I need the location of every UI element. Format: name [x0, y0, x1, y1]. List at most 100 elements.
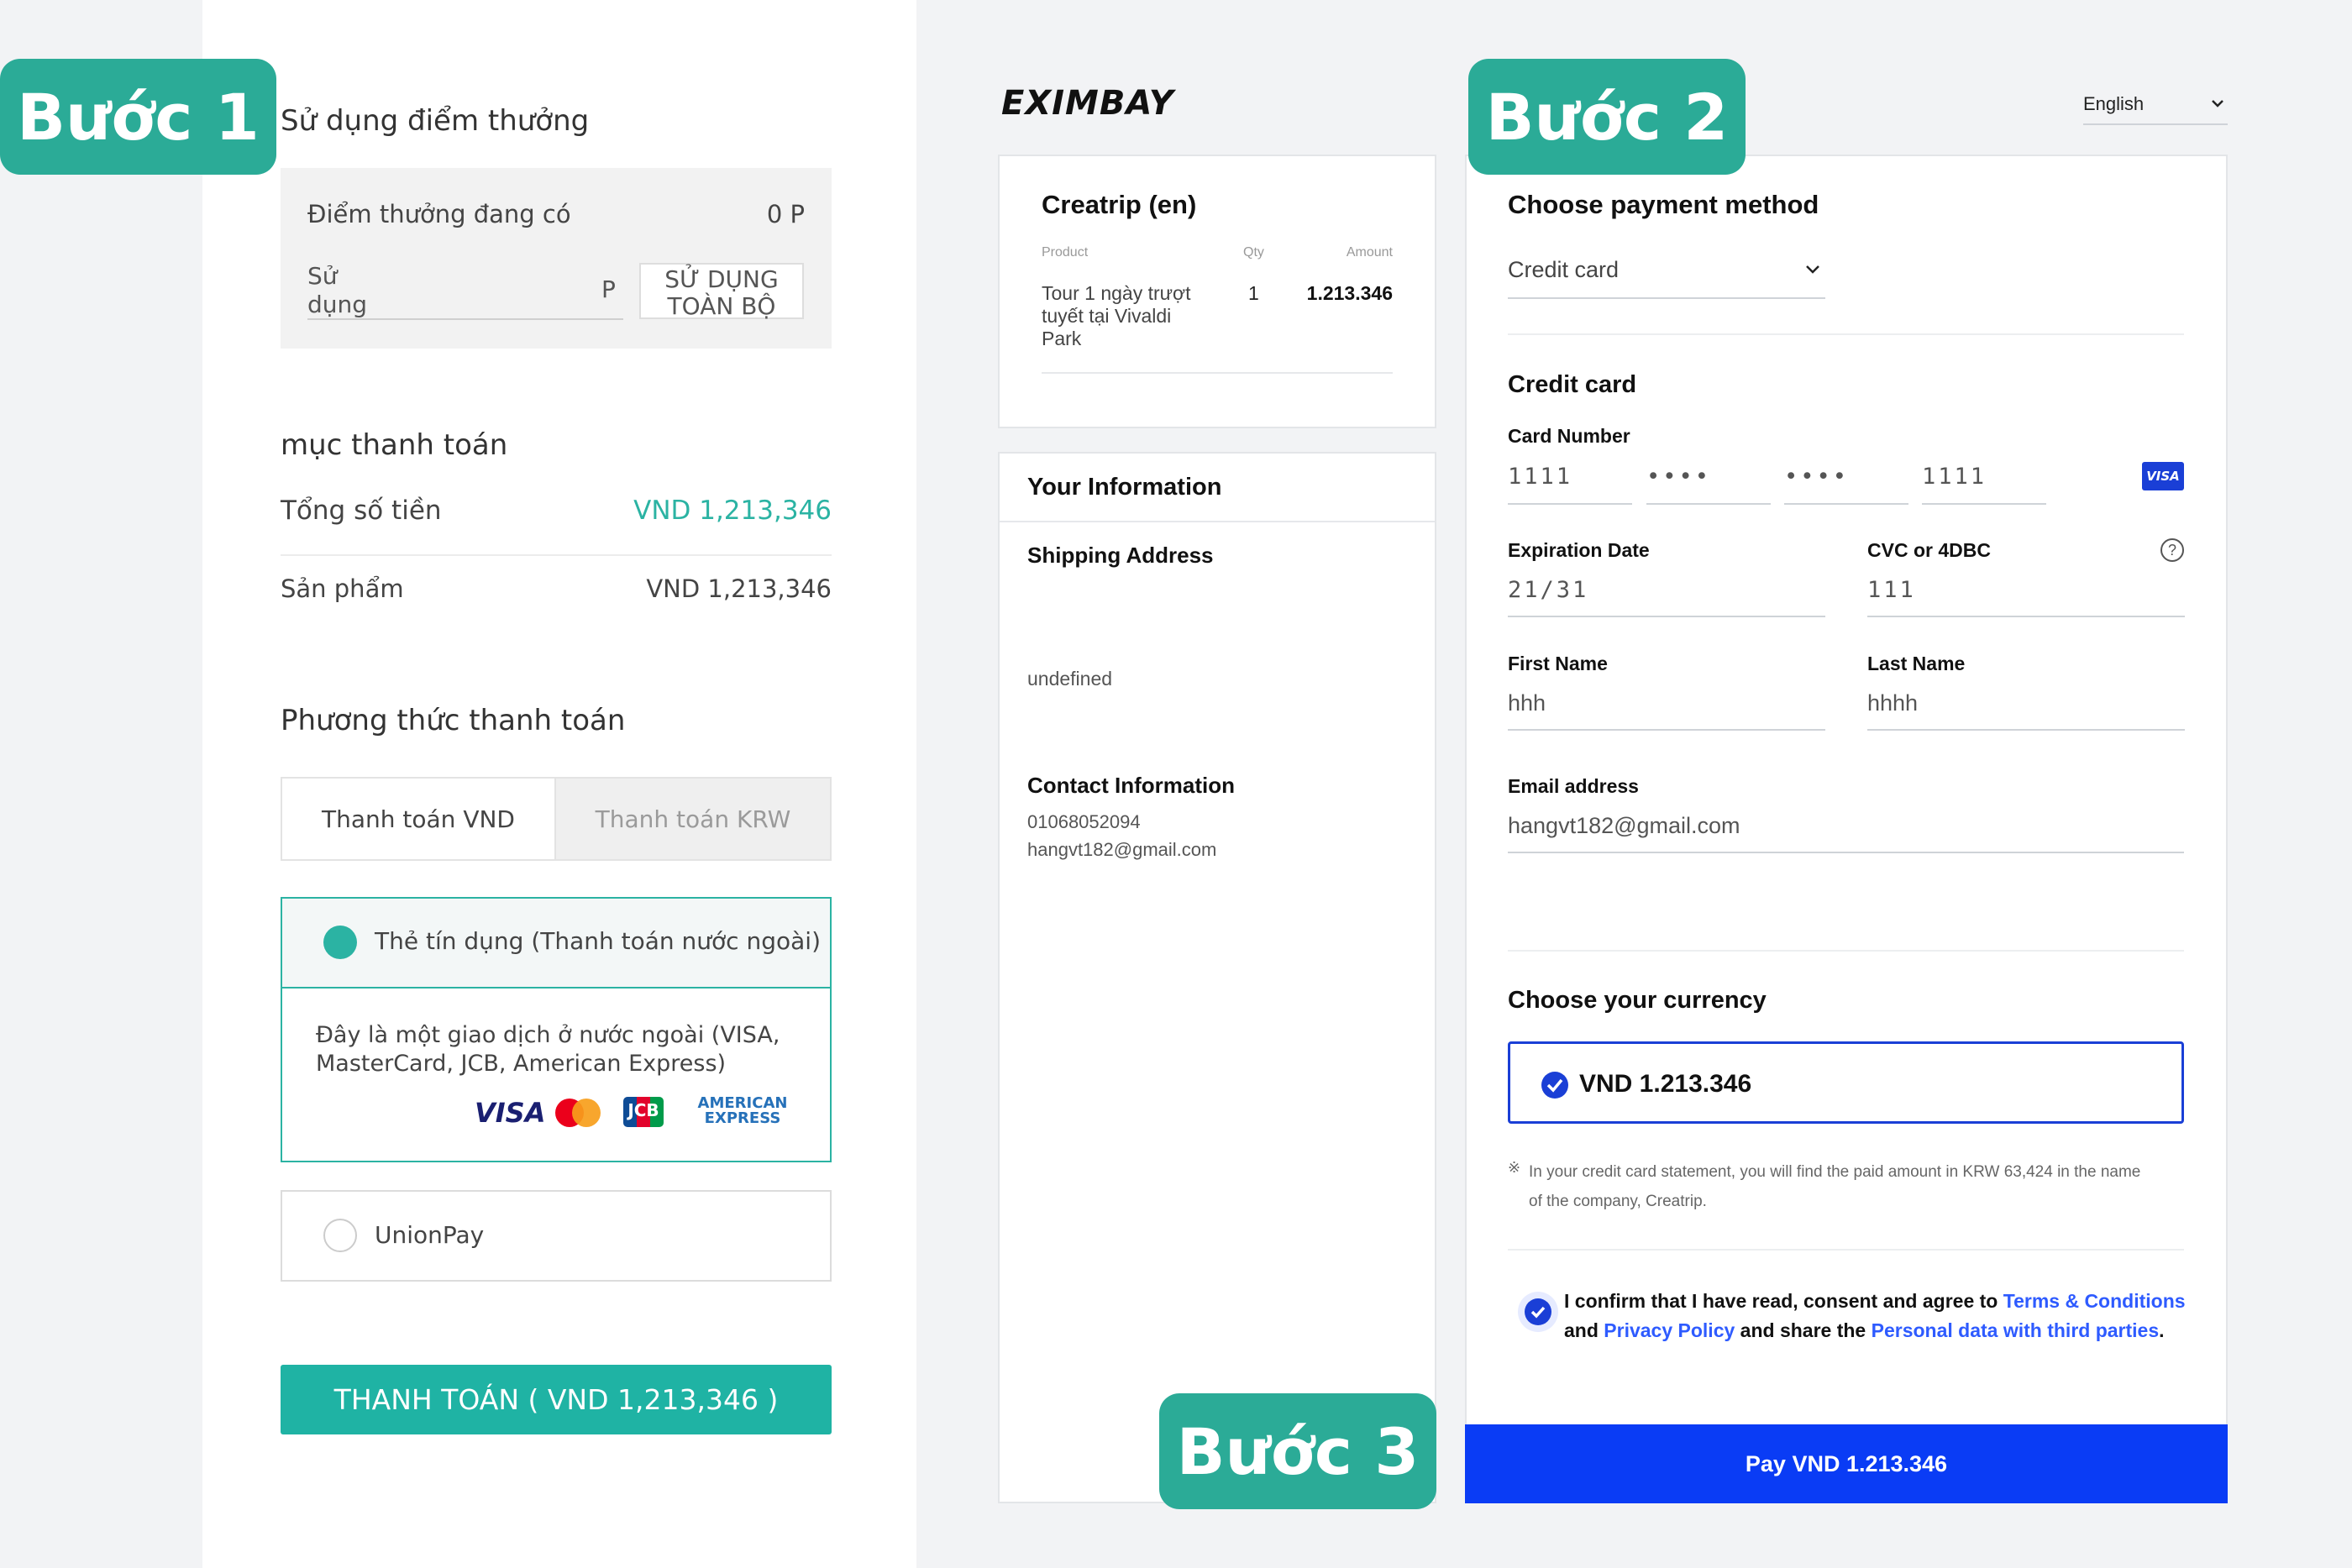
product-value: VND 1,213,346	[646, 574, 832, 603]
card-number-label: Card Number	[1508, 425, 1630, 447]
currency-note: In your credit card statement, you will …	[1529, 1157, 2140, 1216]
field-underline	[1784, 503, 1908, 505]
divider	[1508, 1249, 2184, 1251]
use-all-points-button[interactable]: SỬ DỤNG TOÀN BỘ	[639, 263, 804, 320]
contact-email: hangvt182@gmail.com	[1027, 839, 1217, 860]
contact-phone: 01068052094	[1027, 811, 1141, 832]
card-number-part-4[interactable]: 1111	[1922, 464, 1987, 490]
step-2-badge: Bước 2	[1468, 59, 1746, 175]
first-name-input[interactable]: hhh	[1508, 690, 1546, 716]
product-label: Sản phẩm	[281, 574, 404, 603]
unionpay-radio[interactable]	[323, 1219, 357, 1252]
use-all-line1: SỬ DỤNG	[664, 265, 779, 293]
payment-method-value: Credit card	[1508, 257, 1620, 282]
visa-card-icon: VISA	[2142, 462, 2184, 490]
points-use-underline	[307, 318, 623, 320]
credit-desc-line1: Đây là một giao dịch ở nước ngoài (VISA,	[316, 1022, 780, 1048]
expiration-date-input[interactable]: 21/31	[1508, 577, 1588, 603]
col-amount: Amount	[1346, 245, 1393, 260]
language-value: English	[2083, 93, 2145, 114]
tab-krw-payment[interactable]: Thanh toán KRW	[554, 777, 832, 861]
shipping-address-value: undefined	[1027, 668, 1113, 690]
email-input[interactable]: hangvt182@gmail.com	[1508, 813, 1740, 839]
payment-items-title: mục thanh toán	[281, 428, 508, 462]
consent-text-4: .	[2159, 1319, 2165, 1341]
cvc-help-icon[interactable]: ?	[2160, 538, 2184, 562]
jcb-logo: JCB	[623, 1097, 664, 1127]
consent-text-1: I confirm that I have read, consent and …	[1564, 1290, 2003, 1312]
expiration-date-label: Expiration Date	[1508, 539, 1650, 561]
email-label: Email address	[1508, 775, 1639, 797]
your-information-title: Your Information	[1027, 474, 1222, 501]
privacy-policy-link[interactable]: Privacy Policy	[1604, 1319, 1735, 1341]
cvc-label: CVC or 4DBC	[1867, 539, 1991, 561]
points-use-label-line1: Sử	[307, 262, 338, 290]
points-available-label: Điểm thưởng đang có	[307, 200, 571, 228]
total-label: Tổng số tiền	[281, 496, 442, 526]
currency-title: Choose your currency	[1508, 987, 1767, 1014]
unionpay-option[interactable]	[281, 1190, 832, 1282]
pay-button-step1[interactable]: THANH TOÁN ( VND 1,213,346 )	[281, 1365, 832, 1434]
credit-card-description: Đây là một giao dịch ở nước ngoài (VISA,…	[316, 1021, 780, 1078]
currency-note-line2: of the company, Creatrip.	[1529, 1193, 1707, 1210]
divider	[1508, 333, 2184, 335]
language-select[interactable]: English	[2083, 88, 2228, 125]
amex-logo: AMERICAN EXPRESS	[690, 1096, 795, 1126]
points-unit: P	[601, 275, 616, 303]
consent-checkbox[interactable]	[1517, 1291, 1559, 1333]
cvc-input[interactable]: 111	[1867, 577, 1916, 603]
note-mark: ※	[1508, 1159, 1521, 1176]
last-name-input[interactable]: hhhh	[1867, 690, 1918, 716]
order-product-line1: Tour 1 ngày trượt	[1042, 282, 1191, 304]
shipping-address-title: Shipping Address	[1027, 543, 1214, 568]
contact-information-title: Contact Information	[1027, 773, 1235, 798]
last-name-label: Last Name	[1867, 653, 1966, 674]
points-title: Sử dụng điểm thưởng	[281, 104, 590, 138]
field-underline	[1867, 729, 2185, 731]
points-available-value: 0 P	[766, 200, 805, 228]
field-underline	[1646, 503, 1771, 505]
step-1-badge: Bước 1	[0, 59, 276, 175]
chevron-down-icon	[1806, 265, 1819, 274]
field-underline	[1508, 729, 1825, 731]
total-value: VND 1,213,346	[633, 496, 832, 526]
card-number-part-3[interactable]: ••••	[1784, 464, 1849, 490]
col-qty: Qty	[1243, 245, 1264, 260]
order-product-line2: tuyết tại Vivaldi	[1042, 305, 1172, 327]
order-product-line3: Park	[1042, 328, 1082, 349]
visa-logo: VISA	[475, 1097, 546, 1129]
credit-card-radio[interactable]	[323, 926, 357, 959]
your-information-card	[998, 452, 1436, 1503]
personal-data-link[interactable]: Personal data with third parties	[1872, 1319, 2160, 1341]
order-amount: 1.213.346	[1306, 282, 1393, 304]
eximbay-logo: EXIMBAY	[1001, 84, 1174, 123]
divider	[281, 554, 832, 556]
card-number-part-2[interactable]: ••••	[1646, 464, 1711, 490]
consent-text: I confirm that I have read, consent and …	[1564, 1287, 2186, 1345]
use-all-line2: TOÀN BỘ	[667, 292, 776, 320]
field-underline	[1508, 503, 1632, 505]
divider	[1508, 950, 2184, 952]
payment-method-select[interactable]: Credit card	[1508, 252, 1825, 299]
points-use-field[interactable]: Sử dụng	[307, 262, 367, 319]
card-number-part-1[interactable]: 1111	[1508, 464, 1572, 490]
currency-note-line1: In your credit card statement, you will …	[1529, 1163, 2141, 1181]
unionpay-label: UnionPay	[375, 1221, 485, 1249]
step-3-badge: Bước 3	[1159, 1393, 1436, 1509]
tab-vnd-payment[interactable]: Thanh toán VND	[281, 777, 554, 861]
first-name-label: First Name	[1508, 653, 1608, 674]
currency-option-vnd[interactable]: VND 1.213.346	[1508, 1041, 2184, 1124]
check-circle-icon	[1541, 1072, 1568, 1099]
col-product: Product	[1042, 245, 1089, 260]
choose-payment-title: Choose payment method	[1508, 190, 1819, 219]
points-box	[281, 168, 832, 349]
payment-method-title: Phương thức thanh toán	[281, 704, 626, 737]
pay-button-step3[interactable]: Pay VND 1.213.346	[1465, 1424, 2228, 1503]
mastercard-logo	[555, 1099, 601, 1127]
divider	[1042, 372, 1393, 374]
credit-card-option-label: Thẻ tín dụng (Thanh toán nước ngoài)	[375, 927, 821, 955]
terms-link[interactable]: Terms & Conditions	[2003, 1290, 2186, 1312]
consent-text-2: and	[1564, 1319, 1604, 1341]
consent-text-3: and share the	[1735, 1319, 1872, 1341]
order-qty: 1	[1248, 282, 1259, 304]
